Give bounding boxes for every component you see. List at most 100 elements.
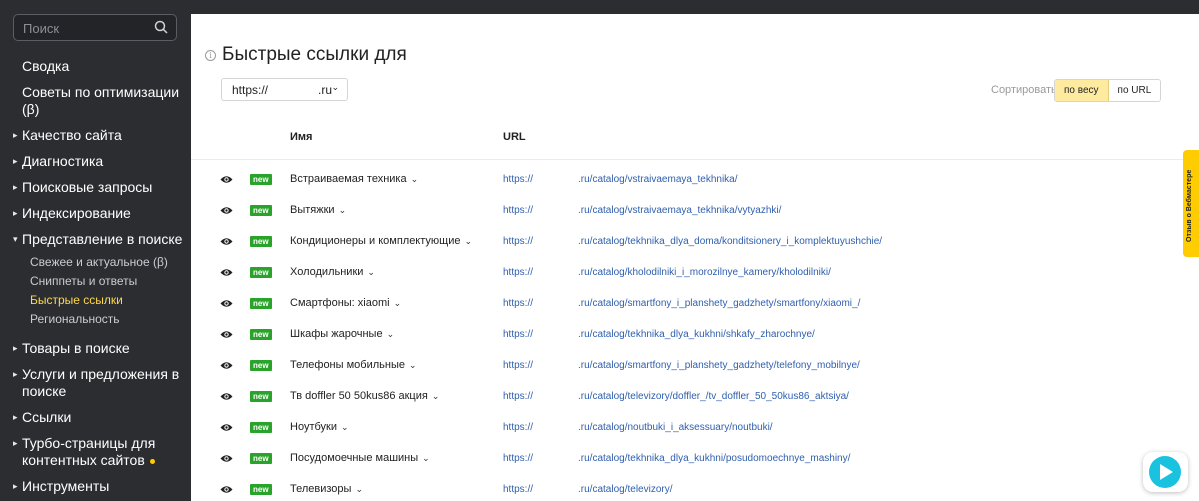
link-name-dropdown[interactable]: Шкафы жарочные ⌄ xyxy=(290,328,394,340)
url-link[interactable]: .ru/catalog/smartfony_i_planshety_gadzhe… xyxy=(578,360,860,371)
url-link[interactable]: .ru/catalog/tekhnika_dlya_kukhni/posudom… xyxy=(578,453,850,464)
sidebar-nav: Сводка Советы по оптимизации (β) ▸ Качество… xyxy=(0,58,191,501)
sidebar-item[interactable]: Сводка xyxy=(0,58,191,75)
url-link[interactable]: .ru/catalog/tekhnika_dlya_kukhni/shkafy_… xyxy=(578,329,815,340)
chevron-down-icon: ⌄ xyxy=(410,174,419,184)
eye-icon[interactable] xyxy=(220,175,233,184)
caret-right-icon: ▸ xyxy=(13,412,18,422)
url-link[interactable]: .ru/catalog/tekhnika_dlya_doma/konditsio… xyxy=(578,236,882,247)
url-proto[interactable]: https:// xyxy=(503,205,533,216)
eye-icon[interactable] xyxy=(220,454,233,463)
url-link[interactable]: .ru/catalog/televizory/doffler_/tv_doffl… xyxy=(578,391,849,402)
url-proto[interactable]: https:// xyxy=(503,391,533,402)
info-icon[interactable]: i xyxy=(205,49,216,61)
chat-button[interactable] xyxy=(1143,452,1188,492)
eye-icon[interactable] xyxy=(220,485,233,494)
link-name-dropdown[interactable]: Холодильники ⌄ xyxy=(290,266,375,278)
sidebar-item-label: Сводка xyxy=(22,58,70,74)
table-row: new Встраиваемая техника ⌄ https:// .ru/cata… xyxy=(191,164,1199,195)
url-proto[interactable]: https:// xyxy=(503,453,533,464)
link-name-dropdown[interactable]: Встраиваемая техника ⌄ xyxy=(290,173,418,185)
url-link[interactable]: .ru/catalog/smartfony_i_planshety_gadzhe… xyxy=(578,298,860,309)
eye-icon[interactable] xyxy=(220,423,233,432)
sidebar-item-label: Качество сайта xyxy=(22,127,122,143)
sidebar-subitem[interactable]: Региональность xyxy=(0,310,191,328)
sidebar-item[interactable]: ▸ Поисковые запросы xyxy=(0,179,191,196)
eye-icon[interactable] xyxy=(220,361,233,370)
sidebar-item[interactable]: ▸ Турбо-страницы для контентных сайтов xyxy=(0,435,191,469)
link-name-dropdown[interactable]: Кондиционеры и комплектующие ⌄ xyxy=(290,235,472,247)
url-proto[interactable]: https:// xyxy=(503,329,533,340)
search-icon[interactable] xyxy=(154,20,168,34)
eye-icon[interactable] xyxy=(220,268,233,277)
url-proto[interactable]: https:// xyxy=(503,267,533,278)
search-placeholder: Поиск xyxy=(23,21,60,36)
table-divider xyxy=(191,159,1199,160)
sidebar-item[interactable]: ▸ Товары в поиске xyxy=(0,340,191,357)
caret-right-icon: ▸ xyxy=(13,369,18,379)
eye-icon[interactable] xyxy=(220,206,233,215)
sidebar-item[interactable]: ▸ Диагностика xyxy=(0,153,191,170)
column-header-name[interactable]: Имя xyxy=(290,131,312,143)
link-name: Встраиваемая техника xyxy=(290,173,407,185)
search-input[interactable]: Поиск xyxy=(13,14,177,41)
sidebar-item[interactable]: ▸ Услуги и предложения в поиске xyxy=(0,366,191,400)
column-header-url[interactable]: URL xyxy=(503,131,526,143)
url-proto[interactable]: https:// xyxy=(503,484,533,495)
eye-icon[interactable] xyxy=(220,392,233,401)
caret-down-icon: ▾ xyxy=(13,234,18,244)
chevron-down-icon: ⌄ xyxy=(367,267,375,277)
url-link[interactable]: .ru/catalog/vstraivaemaya_tekhnika/vytya… xyxy=(578,205,781,216)
chevron-down-icon: ⌄ xyxy=(331,82,339,92)
sort-by-url-button[interactable]: по URL xyxy=(1108,80,1161,101)
table-row: new Тв doffler 50 50kus86 акция ⌄ https://.… xyxy=(191,381,1199,412)
sidebar-subitem[interactable]: Свежее и актуальное (β) xyxy=(0,253,191,271)
url-link[interactable]: .ru/catalog/kholodilniki_i_morozilnye_ka… xyxy=(578,267,831,278)
sidebar-item-label: Индексирование xyxy=(22,205,131,221)
chevron-down-icon: ⌄ xyxy=(341,422,349,432)
caret-right-icon: ▸ xyxy=(13,438,18,448)
sidebar-item[interactable]: ▾ Представление в поиске xyxy=(0,231,191,248)
url-link[interactable]: .ru/catalog/noutbuki_i_aksessuary/noutbu… xyxy=(578,422,773,433)
sidebar-subitem[interactable]: Быстрые ссылки xyxy=(0,291,191,309)
eye-icon[interactable] xyxy=(220,237,233,246)
sidebar-item[interactable]: ▸ Качество сайта xyxy=(0,127,191,144)
feedback-tab[interactable]: Отзыв о Вебмастере xyxy=(1183,150,1199,257)
chat-icon xyxy=(1149,456,1181,488)
url-proto[interactable]: https:// xyxy=(503,422,533,433)
url-proto[interactable]: https:// xyxy=(503,360,533,371)
sort-by-weight-button[interactable]: по весу xyxy=(1055,80,1109,101)
sidebar-item[interactable]: ▸ Индексирование xyxy=(0,205,191,222)
sidebar-item[interactable]: Советы по оптимизации (β) xyxy=(0,84,191,118)
link-name: Шкафы жарочные xyxy=(290,328,383,340)
new-badge: new xyxy=(250,391,272,402)
link-name-dropdown[interactable]: Телевизоры ⌄ xyxy=(290,483,363,495)
url-proto[interactable]: https:// xyxy=(503,236,533,247)
new-badge: new xyxy=(250,453,272,464)
chevron-down-icon: ⌄ xyxy=(355,484,363,494)
sidebar-item-label: Товары в поиске xyxy=(22,340,130,356)
eye-icon[interactable] xyxy=(220,299,233,308)
new-badge: new xyxy=(250,174,272,185)
new-badge: new xyxy=(250,329,272,340)
link-name-dropdown[interactable]: Тв doffler 50 50kus86 акция ⌄ xyxy=(290,390,439,402)
eye-icon[interactable] xyxy=(220,330,233,339)
link-name-dropdown[interactable]: Посудомоечные машины ⌄ xyxy=(290,452,430,464)
url-proto[interactable]: https:// xyxy=(503,174,533,185)
sidebar-subitem[interactable]: Сниппеты и ответы xyxy=(0,272,191,290)
link-name: Кондиционеры и комплектующие xyxy=(290,235,461,247)
new-badge: new xyxy=(250,236,272,247)
link-name-dropdown[interactable]: Вытяжки ⌄ xyxy=(290,204,346,216)
url-link[interactable]: .ru/catalog/vstraivaemaya_tekhnika/ xyxy=(578,174,738,185)
link-name-dropdown[interactable]: Ноутбуки ⌄ xyxy=(290,421,349,433)
link-name-dropdown[interactable]: Смартфоны: xiaomi ⌄ xyxy=(290,297,401,309)
host-select[interactable]: https:// .ru ⌄ xyxy=(221,78,348,101)
link-name-dropdown[interactable]: Телефоны мобильные ⌄ xyxy=(290,359,417,371)
url-proto[interactable]: https:// xyxy=(503,298,533,309)
sort-toggle: по весу по URL xyxy=(1054,79,1162,102)
new-badge: new xyxy=(250,484,272,495)
sidebar-item[interactable]: ▸ Ссылки xyxy=(0,409,191,426)
url-link[interactable]: .ru/catalog/televizory/ xyxy=(578,484,673,495)
sidebar-item[interactable]: ▸ Инструменты xyxy=(0,478,191,495)
host-tld: .ru xyxy=(318,83,333,97)
